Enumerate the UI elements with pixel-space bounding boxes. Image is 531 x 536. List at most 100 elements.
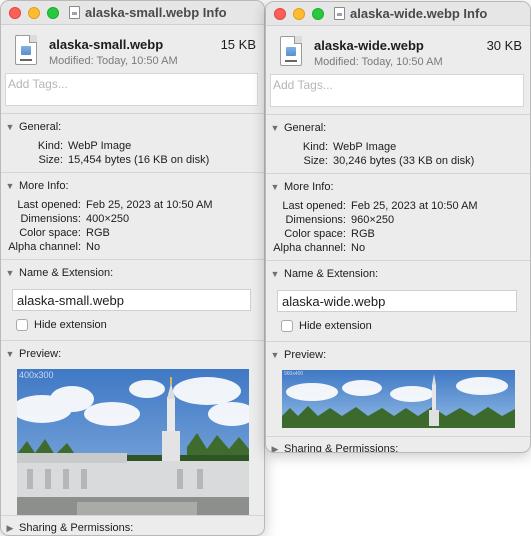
more-info-disclosure[interactable]: ▼ More Info: xyxy=(266,178,530,196)
modified-date: Modified: Today, 10:50 AM xyxy=(49,55,178,67)
temple-photo xyxy=(17,369,249,516)
preview-section: ▼ Preview: xyxy=(1,340,264,516)
preview-section: ▼ Preview: xyxy=(266,341,530,428)
size-label: Size: xyxy=(38,154,63,166)
general-disclosure[interactable]: ▼ General: xyxy=(1,118,264,136)
minimize-button[interactable] xyxy=(28,7,40,19)
more-info-list: Last opened: Feb 25, 2023 at 10:50 AM Di… xyxy=(1,198,264,259)
dimensions-label: Dimensions: xyxy=(285,214,346,226)
alpha-channel-label: Alpha channel: xyxy=(273,242,346,254)
color-space-label: Color space: xyxy=(19,227,81,239)
sharing-permissions-label: Sharing & Permissions: xyxy=(19,522,134,534)
file-size-short: 30 KB xyxy=(486,38,522,53)
window-title: alaska-wide.webp Info xyxy=(334,6,487,21)
sharing-permissions-section: ▶ Sharing & Permissions: xyxy=(1,515,264,535)
chevron-down-icon: ▼ xyxy=(270,123,280,133)
file-name: alaska-small.webp xyxy=(49,37,164,52)
minimize-button[interactable] xyxy=(293,8,305,20)
file-name-field[interactable] xyxy=(277,290,517,312)
file-name-field[interactable] xyxy=(12,289,251,311)
name-extension-disclosure[interactable]: ▼ Name & Extension: xyxy=(266,265,530,283)
kind-value: WebP Image xyxy=(68,140,132,152)
general-disclosure[interactable]: ▼ General: xyxy=(266,119,530,137)
chevron-down-icon: ▼ xyxy=(5,268,15,278)
color-space-value: RGB xyxy=(351,228,375,240)
chevron-down-icon: ▼ xyxy=(270,269,280,279)
window-title-text: alaska-wide.webp Info xyxy=(350,6,488,21)
hide-extension-option[interactable]: Hide extension xyxy=(281,320,530,332)
sharing-permissions-label: Sharing & Permissions: xyxy=(284,443,399,453)
title-file-icon xyxy=(334,7,345,20)
preview-disclosure[interactable]: ▼ Preview: xyxy=(1,345,264,363)
chevron-right-icon: ▶ xyxy=(6,522,14,533)
chevron-down-icon: ▼ xyxy=(5,181,15,191)
zoom-button[interactable] xyxy=(47,7,59,19)
hide-extension-option[interactable]: Hide extension xyxy=(16,319,264,331)
zoom-button[interactable] xyxy=(312,8,324,20)
window-title-text: alaska-small.webp Info xyxy=(85,5,227,20)
tags-field[interactable] xyxy=(270,74,524,107)
tags-field[interactable] xyxy=(5,73,258,106)
hide-extension-label: Hide extension xyxy=(34,319,107,331)
info-window-alaska-small: alaska-small.webp Info alaska-small.webp… xyxy=(0,0,265,536)
info-window-alaska-wide: alaska-wide.webp Info alaska-wide.webp 3… xyxy=(265,1,531,453)
last-opened-value: Feb 25, 2023 at 10:50 AM xyxy=(86,199,213,211)
hide-extension-checkbox[interactable] xyxy=(281,320,293,332)
chevron-down-icon: ▼ xyxy=(270,182,280,192)
sharing-permissions-disclosure[interactable]: ▶ Sharing & Permissions: xyxy=(266,440,530,453)
webp-document-icon[interactable] xyxy=(15,35,37,65)
more-info-label: More Info: xyxy=(284,181,334,193)
dimensions-value: 960×250 xyxy=(351,214,395,226)
name-extension-section: ▼ Name & Extension: Hide extension xyxy=(1,259,264,331)
preview-image: 960x400 xyxy=(282,370,515,428)
alpha-channel-value: No xyxy=(86,241,101,253)
general-label: General: xyxy=(284,122,327,134)
close-button[interactable] xyxy=(9,7,21,19)
chevron-down-icon: ▼ xyxy=(5,349,15,359)
more-info-disclosure[interactable]: ▼ More Info: xyxy=(1,177,264,195)
more-info-list: Last opened: Feb 25, 2023 at 10:50 AM Di… xyxy=(266,199,530,260)
name-extension-label: Name & Extension: xyxy=(284,268,379,280)
preview-size-overlay: 400x300 xyxy=(19,370,54,380)
more-info-section: ▼ More Info: Last opened: Feb 25, 2023 a… xyxy=(266,173,530,260)
temple-wide-photo xyxy=(282,370,515,428)
file-name: alaska-wide.webp xyxy=(314,38,424,53)
close-button[interactable] xyxy=(274,8,286,20)
webp-document-icon[interactable] xyxy=(280,36,302,66)
chevron-down-icon: ▼ xyxy=(5,122,15,132)
last-opened-value: Feb 25, 2023 at 10:50 AM xyxy=(351,200,478,212)
kind-value: WebP Image xyxy=(333,141,397,153)
general-section: ▼ General: Kind: WebP Image Size: 30,246… xyxy=(266,114,530,173)
size-label: Size: xyxy=(303,155,328,167)
general-info: Kind: WebP Image Size: 30,246 bytes (33 … xyxy=(266,140,530,173)
color-space-value: RGB xyxy=(86,227,110,239)
title-bar[interactable]: alaska-small.webp Info xyxy=(1,1,264,25)
kind-label: Kind: xyxy=(302,141,328,153)
file-size-short: 15 KB xyxy=(220,37,256,52)
hide-extension-checkbox[interactable] xyxy=(16,319,28,331)
chevron-right-icon: ▶ xyxy=(271,443,279,453)
preview-size-overlay: 960x400 xyxy=(284,371,304,377)
preview-label: Preview: xyxy=(19,348,62,360)
general-label: General: xyxy=(19,121,62,133)
dimensions-value: 400×250 xyxy=(86,213,130,225)
title-file-icon xyxy=(69,6,80,19)
more-info-label: More Info: xyxy=(19,180,69,192)
alpha-channel-label: Alpha channel: xyxy=(8,241,81,253)
sharing-permissions-disclosure[interactable]: ▶ Sharing & Permissions: xyxy=(1,519,264,535)
preview-disclosure[interactable]: ▼ Preview: xyxy=(266,346,530,364)
last-opened-label: Last opened: xyxy=(17,199,81,211)
modified-date: Modified: Today, 10:50 AM xyxy=(314,56,443,68)
hide-extension-label: Hide extension xyxy=(299,320,372,332)
name-extension-disclosure[interactable]: ▼ Name & Extension: xyxy=(1,264,264,282)
name-extension-label: Name & Extension: xyxy=(19,267,114,279)
tags-input[interactable] xyxy=(6,74,257,94)
window-title: alaska-small.webp Info xyxy=(69,5,227,20)
preview-image: 400x300 xyxy=(17,369,249,516)
general-info: Kind: WebP Image Size: 15,454 bytes (16 … xyxy=(1,139,264,172)
title-bar[interactable]: alaska-wide.webp Info xyxy=(266,2,530,26)
kind-label: Kind: xyxy=(37,140,63,152)
file-header: alaska-small.webp 15 KB Modified: Today,… xyxy=(1,25,264,73)
dimensions-label: Dimensions: xyxy=(20,213,81,225)
tags-input[interactable] xyxy=(271,75,523,95)
